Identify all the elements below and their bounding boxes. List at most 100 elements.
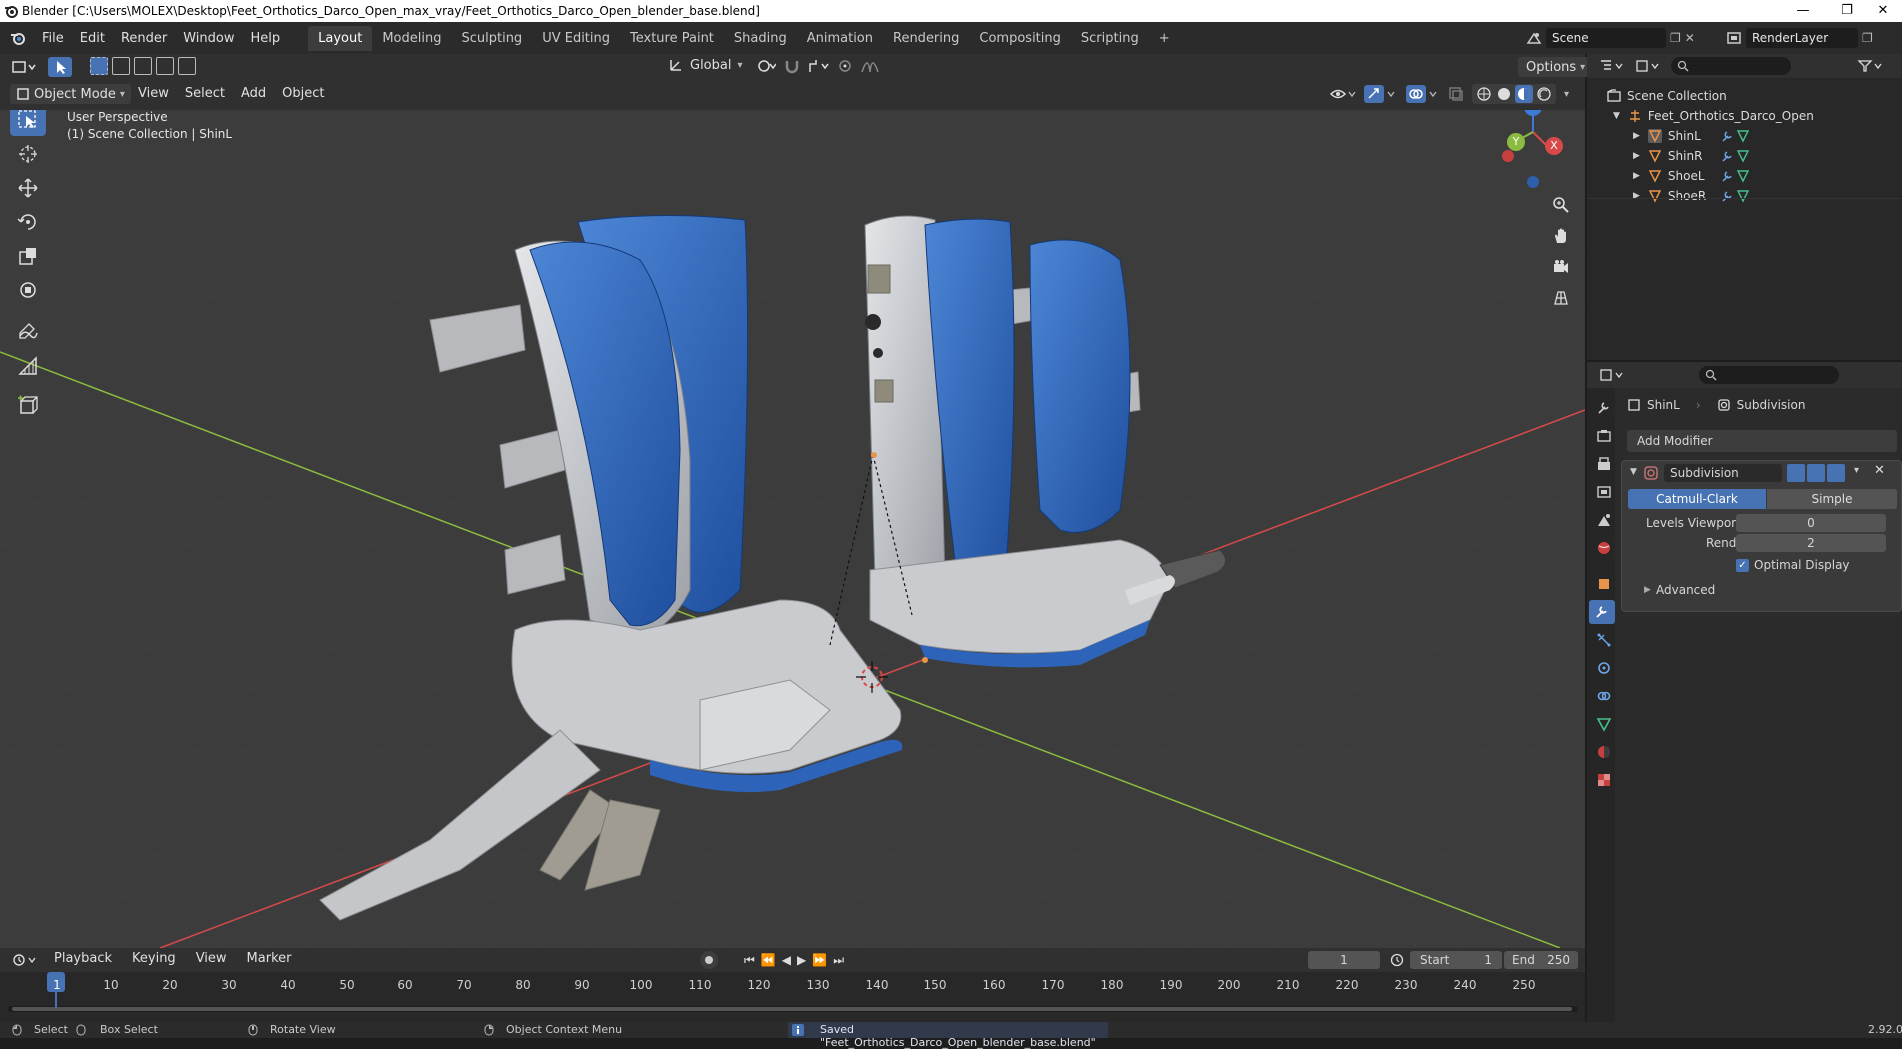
view-layer-tab-icon[interactable] bbox=[1592, 480, 1616, 504]
copy-scene-icon[interactable]: ❐ bbox=[1670, 31, 1681, 45]
display-mode-icon[interactable] bbox=[1635, 59, 1661, 73]
expand-icon[interactable]: ▶ bbox=[1633, 151, 1640, 161]
snap-magnet-icon[interactable] bbox=[784, 58, 800, 74]
gizmo-neg-z-axis[interactable] bbox=[1527, 176, 1539, 188]
advanced-section-label[interactable]: Advanced bbox=[1656, 583, 1715, 597]
material-shading-icon[interactable] bbox=[1515, 85, 1533, 103]
play-icon[interactable]: ▶ bbox=[797, 953, 806, 967]
transform-tool[interactable] bbox=[10, 274, 46, 306]
texture-tab-icon[interactable] bbox=[1592, 768, 1616, 792]
render-toggle-icon[interactable] bbox=[1827, 464, 1845, 482]
simple-option[interactable]: Simple bbox=[1767, 489, 1897, 509]
tab-animation[interactable]: Animation bbox=[797, 26, 883, 51]
modifier-wrench-and-mesh-data-icon[interactable] bbox=[1720, 189, 1750, 203]
delete-scene-icon[interactable]: ✕ bbox=[1685, 31, 1695, 45]
outliner-editor-type-icon[interactable] bbox=[1599, 59, 1625, 73]
tab-shading[interactable]: Shading bbox=[724, 26, 797, 51]
pan-hand-icon[interactable] bbox=[1548, 223, 1574, 249]
expand-icon[interactable]: ▶ bbox=[1633, 131, 1640, 141]
visibility-eye-icon[interactable] bbox=[1330, 86, 1356, 102]
timeline-menu-view[interactable]: View bbox=[188, 951, 235, 966]
overlays-toggle-icon[interactable] bbox=[1406, 85, 1440, 103]
properties-search-input[interactable] bbox=[1699, 366, 1839, 384]
render-levels-field[interactable]: 2 bbox=[1736, 534, 1886, 552]
mode-dropdown[interactable]: Object Mode bbox=[34, 87, 116, 102]
select-new-icon[interactable] bbox=[90, 57, 108, 75]
tab-uv-editing[interactable]: UV Editing bbox=[532, 26, 620, 51]
outliner-object-row[interactable]: ▶ ShinL bbox=[1587, 126, 1902, 146]
shading-options-chevron-icon[interactable]: ▾ bbox=[1564, 89, 1569, 100]
preview-range-clock-icon[interactable] bbox=[1390, 953, 1404, 967]
xray-toggle-icon[interactable] bbox=[1448, 86, 1464, 102]
tool-tab-icon[interactable] bbox=[1592, 396, 1616, 420]
options-dropdown[interactable]: Options bbox=[1526, 60, 1576, 75]
close-window-button[interactable]: ✕ bbox=[1860, 0, 1902, 22]
modifier-wrench-and-mesh-data-icon[interactable] bbox=[1720, 169, 1750, 183]
snap-target-icon[interactable] bbox=[808, 58, 830, 74]
measure-tool[interactable] bbox=[10, 350, 46, 382]
menu-help[interactable]: Help bbox=[243, 31, 289, 46]
world-tab-icon[interactable] bbox=[1592, 536, 1616, 560]
editor-type-icon[interactable] bbox=[12, 60, 38, 74]
cursor-tool[interactable] bbox=[10, 138, 46, 170]
select-intersect-icon[interactable] bbox=[178, 57, 196, 75]
tab-compositing[interactable]: Compositing bbox=[969, 26, 1071, 51]
modifier-tab-icon[interactable] bbox=[1589, 600, 1615, 624]
material-tab-icon[interactable] bbox=[1592, 740, 1616, 764]
viewport-menu-view[interactable]: View bbox=[130, 86, 177, 101]
object-tab-icon[interactable] bbox=[1592, 572, 1616, 596]
physics-tab-icon[interactable] bbox=[1592, 656, 1616, 680]
outliner-object-row[interactable]: ▶ ShoeR bbox=[1587, 186, 1902, 206]
jump-start-icon[interactable]: ⏮ bbox=[744, 953, 755, 968]
particles-tab-icon[interactable] bbox=[1592, 628, 1616, 652]
gizmo-toggle-icon[interactable] bbox=[1364, 85, 1398, 103]
3d-viewport[interactable]: Z Y X User Perspective (1) Scene Collect… bbox=[0, 110, 1585, 948]
camera-view-icon[interactable] bbox=[1548, 254, 1574, 280]
constraints-tab-icon[interactable] bbox=[1592, 684, 1616, 708]
gizmo-neg-x-axis[interactable] bbox=[1502, 150, 1514, 162]
modifier-name-field[interactable]: Subdivision bbox=[1664, 464, 1782, 482]
edit-mode-toggle-icon[interactable] bbox=[1787, 464, 1805, 482]
jump-end-icon[interactable]: ⏭ bbox=[833, 953, 844, 968]
menu-render[interactable]: Render bbox=[113, 31, 175, 46]
tab-modeling[interactable]: Modeling bbox=[372, 26, 451, 51]
tab-rendering[interactable]: Rendering bbox=[883, 26, 969, 51]
menu-file[interactable]: File bbox=[34, 31, 72, 46]
expand-icon[interactable]: ▶ bbox=[1633, 191, 1640, 201]
select-invert-icon[interactable] bbox=[156, 57, 174, 75]
modifier-wrench-and-mesh-data-icon[interactable] bbox=[1720, 129, 1750, 143]
properties-editor-type-icon[interactable] bbox=[1599, 368, 1625, 382]
timeline-scrollbar[interactable] bbox=[8, 1006, 1578, 1012]
render-tab-icon[interactable] bbox=[1592, 424, 1616, 448]
annotate-tool[interactable] bbox=[10, 316, 46, 348]
expand-collapse-icon[interactable]: ▼ bbox=[1613, 111, 1620, 121]
add-workspace-button[interactable]: + bbox=[1149, 26, 1180, 51]
rotate-tool[interactable] bbox=[10, 206, 46, 238]
timeline-menu-playback[interactable]: Playback bbox=[46, 951, 120, 966]
catmull-clark-option[interactable]: Catmull-Clark bbox=[1628, 489, 1766, 509]
outliner-object-row[interactable]: ▶ ShinR bbox=[1587, 146, 1902, 166]
menu-edit[interactable]: Edit bbox=[72, 31, 113, 46]
transform-orientation-dropdown[interactable]: Global bbox=[690, 58, 731, 73]
outliner-collection-row[interactable]: ▼ Feet_Orthotics_Darco_Open bbox=[1587, 106, 1902, 126]
levels-viewport-field[interactable]: 0 bbox=[1736, 514, 1886, 532]
panel-collapse-icon[interactable]: ▼ bbox=[1630, 467, 1637, 477]
outliner-object-row[interactable]: ▶ ShoeL bbox=[1587, 166, 1902, 186]
timeline-editor-type-icon[interactable] bbox=[12, 953, 38, 967]
viewport-canvas[interactable] bbox=[0, 110, 1585, 948]
expand-icon[interactable]: ▶ bbox=[1633, 171, 1640, 181]
remove-modifier-icon[interactable]: ✕ bbox=[1874, 463, 1885, 478]
render-layer-icon[interactable] bbox=[1726, 31, 1742, 45]
pivot-point-icon[interactable] bbox=[756, 58, 776, 74]
proportional-falloff-icon[interactable] bbox=[860, 58, 880, 74]
scene-icon[interactable] bbox=[1526, 31, 1542, 45]
outliner-scene-collection-row[interactable]: Scene Collection bbox=[1587, 86, 1902, 106]
start-frame-field[interactable]: Start 1 bbox=[1410, 951, 1502, 969]
perspective-toggle-icon[interactable] bbox=[1548, 285, 1574, 311]
select-extend-icon[interactable] bbox=[112, 57, 130, 75]
tab-texture-paint[interactable]: Texture Paint bbox=[620, 26, 724, 51]
select-subtract-icon[interactable] bbox=[134, 57, 152, 75]
output-tab-icon[interactable] bbox=[1592, 452, 1616, 476]
scene-tab-icon[interactable] bbox=[1592, 508, 1616, 532]
scale-tool[interactable] bbox=[10, 240, 46, 272]
